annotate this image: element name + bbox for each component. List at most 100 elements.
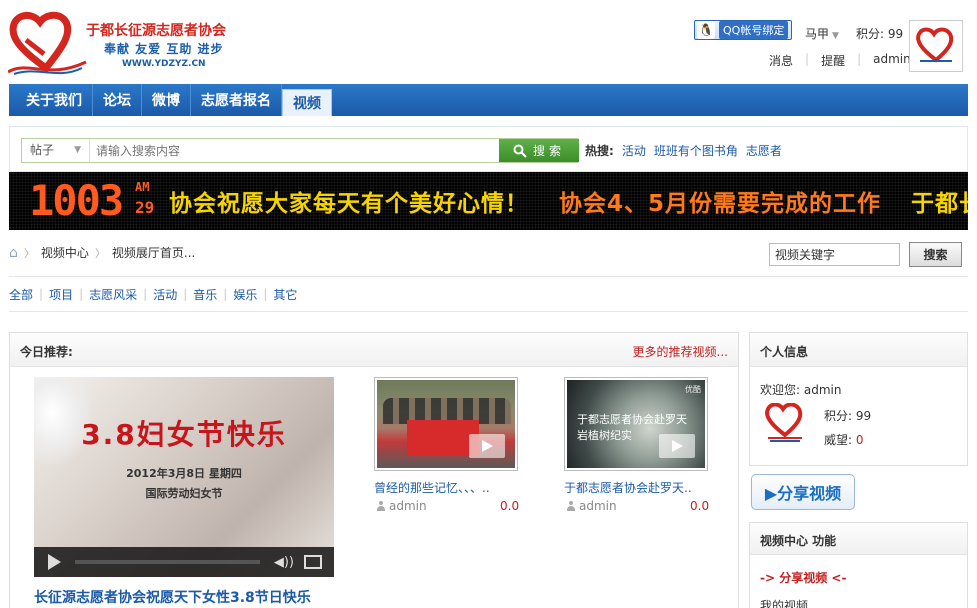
welcome-text: 欢迎您: admin [760,383,842,397]
nav-weibo[interactable]: 微博 [142,84,191,116]
panel-title: 今日推荐: [20,345,73,359]
video-functions-panel: 视频中心 功能 -> 分享视频 <- 我的视频 [749,522,968,608]
qq-bind-label: QQ帐号绑定 [719,21,789,39]
video-uploader: admin [566,499,617,513]
divider: | [805,52,810,66]
search-input[interactable] [96,139,496,162]
breadcrumb-video-center[interactable]: 视频中心 [41,244,89,261]
player-controls: ◀)) [34,547,334,577]
search-button-label: 搜索 [532,144,565,158]
fullscreen-icon[interactable] [304,555,322,569]
top-credit: 积分: 99 [856,27,904,41]
featured-video-player[interactable]: 3.8妇女节快乐 2012年3月8日 星期四 国际劳动妇女节 ◀)) [34,377,334,577]
qq-penguin-icon: 🐧 [697,21,715,39]
video-date: 2012年3月8日 星期四 [126,467,242,480]
progress-track[interactable] [75,560,260,564]
video-uploader: admin [376,499,427,513]
hot-label: 热搜: [585,144,614,158]
breadcrumb-current: 视频展厅首页... [111,246,196,260]
uploader-name: admin [579,499,617,513]
hot-item[interactable]: 活动 [622,142,646,159]
org-slogan: 奉献 友爱 互助 进步 [104,42,224,56]
my-video-link[interactable]: 我的视频 [760,597,808,608]
share-video-link[interactable]: -> 分享视频 <- [760,569,846,586]
video-title[interactable]: 曾经的那些记忆、、、.. [374,479,490,496]
org-name: 于都长征源志愿者协会 [86,23,226,39]
search-type-label: 帖子 [30,143,55,157]
video-search-button[interactable]: 搜索 [909,242,962,267]
breadcrumb: ⌂ 〉 视频中心 〉 视频展厅首页... [9,244,195,261]
banner-clock-seconds: 29 [135,198,155,217]
marquee-message: 协会4、5月份需要完成的工作 [559,191,882,217]
category-entertainment[interactable]: 娱乐 [227,286,263,303]
video-score: 0.0 [690,499,710,513]
video-search-input[interactable] [769,243,900,266]
category-volunteer[interactable]: 志愿风采 [83,286,143,303]
search-bar: 帖子 ▼ 搜索 热搜: 活动 班班有个图书角 志愿者 [9,126,968,172]
panel-title: 视频中心 功能 [750,523,967,555]
prestige-label: 威望: [824,433,853,447]
main-nav: 关于我们 论坛 微博 志愿者报名 视频 [9,84,968,116]
category-projects[interactable]: 项目 [43,286,79,303]
hot-searches: 热搜: 活动 班班有个图书角 志愿者 [585,142,782,159]
prestige-value: 0 [855,433,864,447]
category-other[interactable]: 其它 [267,286,303,303]
volume-icon[interactable]: ◀)) [274,555,294,570]
top-links: 消息 | 提醒 | admin ▼ [769,52,921,69]
banner-marquee: 协会祝愿大家每天有个美好心情！ 协会4、5月份需要完成的工作 于都长 [169,184,968,218]
share-video-button[interactable]: ▶分享视频 [751,474,855,510]
chevron-down-icon: ▼ [74,145,81,155]
user-menu[interactable]: 马甲 ▼ [805,25,839,42]
search-type-select[interactable]: 帖子 ▼ [22,139,90,162]
home-icon[interactable]: ⌂ [9,245,18,261]
search-box: 帖子 ▼ 搜索 [21,138,579,163]
thumbnail-image [377,380,515,468]
divider: | [857,52,862,66]
hot-item[interactable]: 班班有个图书角 [654,142,738,159]
messages-link[interactable]: 消息 [769,52,793,69]
category-activity[interactable]: 活动 [147,286,183,303]
heart-logo-icon [8,11,87,75]
search-button[interactable]: 搜索 [499,139,579,162]
admin-label: admin [873,52,911,66]
header: 于都长征源志愿者协会 奉献 友爱 互助 进步 WWW.YDZYZ.CN 🐧 QQ… [0,0,977,84]
panel-header: 今日推荐: 更多的推荐视频... [10,333,738,367]
user-icon [376,501,386,511]
nav-video[interactable]: 视频 [282,89,332,116]
nav-volunteer-signup[interactable]: 志愿者报名 [191,84,282,116]
video-thumbnail[interactable]: 优酷 于都志愿者协会赴罗天岩植树纪实 [564,377,708,471]
marquee-message: 于都长 [911,191,968,217]
nav-about[interactable]: 关于我们 [16,84,93,116]
play-icon [659,434,695,458]
user-icon [566,501,576,511]
site-logo[interactable]: 于都长征源志愿者协会 奉献 友爱 互助 进步 WWW.YDZYZ.CN [8,10,258,76]
featured-video-title[interactable]: 长征源志愿者协会祝愿天下女性3.8节日快乐 [34,587,311,607]
video-headline: 3.8妇女节快乐 [81,418,287,451]
category-all[interactable]: 全部 [9,286,39,303]
play-icon[interactable] [48,554,61,570]
chevron-down-icon: ▼ [832,31,839,41]
hot-item[interactable]: 志愿者 [746,142,782,159]
qq-bind-button[interactable]: 🐧 QQ帐号绑定 [694,20,792,40]
user-name: 马甲 [805,27,830,41]
reminders-link[interactable]: 提醒 [821,52,845,69]
side-credit: 积分: 99 [824,409,872,423]
category-music[interactable]: 音乐 [187,286,223,303]
video-thumbnail[interactable] [374,377,518,471]
more-recommended-link[interactable]: 更多的推荐视频... [633,343,728,360]
search-icon [513,144,527,158]
video-title[interactable]: 于都志愿者协会赴罗天.. [564,479,692,496]
play-icon [469,434,505,458]
uploader-name: admin [389,499,427,513]
chevron-right-icon: 〉 [94,246,106,260]
nav-forum[interactable]: 论坛 [93,84,142,116]
panel-title: 个人信息 [750,333,967,367]
avatar[interactable] [760,401,810,445]
avatar[interactable] [909,20,963,72]
category-bar: 全部 | 项目 | 志愿风采 | 活动 | 音乐 | 娱乐 | 其它 [9,276,968,312]
banner-clock-ampm: AM [135,180,150,194]
led-banner: 1003 AM 29 协会祝愿大家每天有个美好心情！ 协会4、5月份需要完成的工作… [9,172,968,230]
site-url: WWW.YDZYZ.CN [122,59,206,69]
thumbnail-image: 优酷 于都志愿者协会赴罗天岩植树纪实 [567,380,705,468]
chevron-right-icon: 〉 [23,246,35,260]
